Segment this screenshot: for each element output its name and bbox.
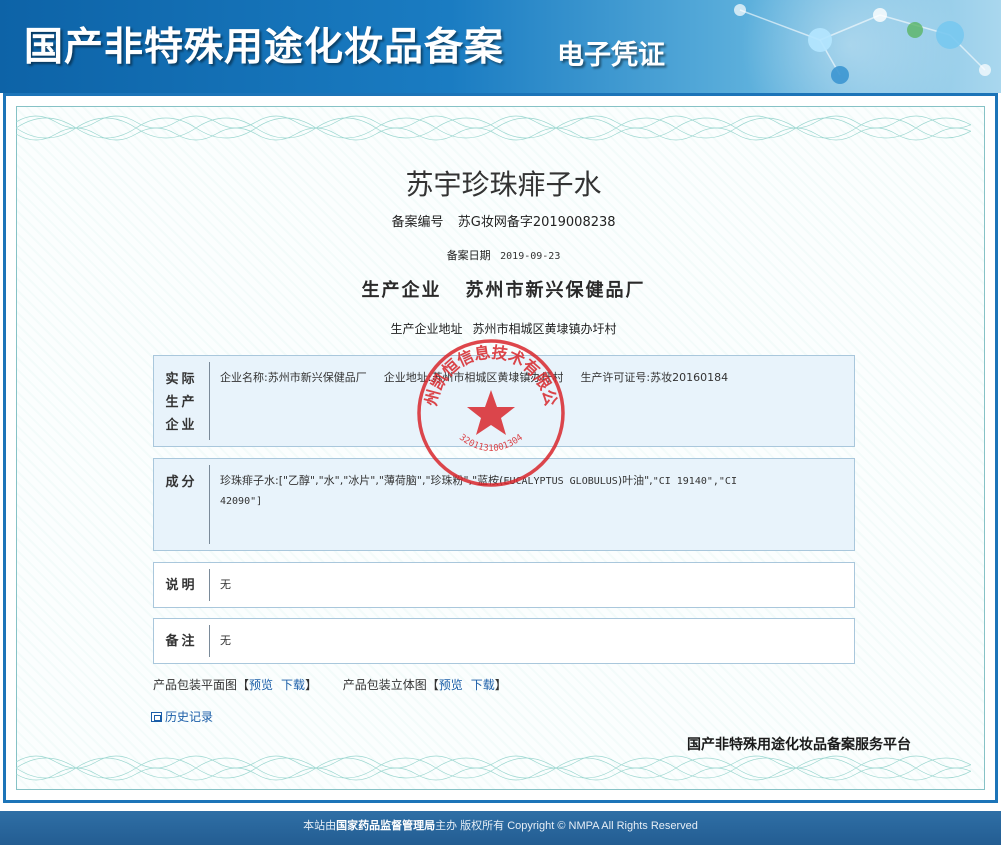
enterprise-label: 生产企业 <box>361 280 442 301</box>
remarks-box: 备注 无 <box>153 618 855 664</box>
description-box: 说明 无 <box>153 562 855 608</box>
official-seal: 苏州凯恒信息技术有限公司 3201131001304 <box>416 338 565 487</box>
license-label: 生产许可证号: <box>580 371 651 384</box>
label-line-3: 企业 <box>165 418 198 433</box>
remarks-label: 备注 <box>165 634 198 649</box>
stereo-image-label: 产品包装立体图 <box>342 678 427 692</box>
bracket: 】 <box>305 678 318 692</box>
company-name-label: 企业名称: <box>220 371 268 384</box>
banner-title: 国产非特殊用途化妆品备案 <box>24 24 505 70</box>
molecule-graphic <box>734 4 991 84</box>
divider <box>209 625 210 657</box>
flat-image-label: 产品包装平面图 <box>153 678 238 692</box>
header-banner: 国产非特殊用途化妆品备案 电子凭证 <box>0 0 1001 93</box>
date-label: 备案日期 <box>446 249 491 262</box>
banner-subtitle: 电子凭证 <box>557 40 665 71</box>
seal-star-icon <box>467 390 515 435</box>
flat-download-link[interactable]: 下载 <box>281 678 305 692</box>
registration-date: 2019-09-23 <box>500 251 561 262</box>
ingredients-text-mid: )叶油", <box>617 474 653 487</box>
footer-org: 国家药品监督管理局 <box>336 820 436 832</box>
footer-copyright: 主办 版权所有 Copyright © NMPA All Rights Rese… <box>435 820 698 832</box>
history-label: 历史记录 <box>165 710 214 724</box>
certificate-frame: 苏宇珍珠痱子水 备案编号 苏G妆网备字2019008238 备案日期 2019-… <box>3 93 998 803</box>
flat-preview-link[interactable]: 预览 <box>249 678 273 692</box>
registration-label: 备案编号 <box>391 215 444 230</box>
remarks-value: 无 <box>220 634 231 647</box>
history-link[interactable]: 历史记录 <box>151 708 213 725</box>
actual-enterprise-label: 实际 生产 企业 <box>154 368 209 437</box>
label-line-2: 生产 <box>165 395 198 410</box>
company-name-value: 苏州市新兴保健品厂 <box>267 371 367 384</box>
date-line: 备案日期 2019-09-23 <box>6 247 1001 263</box>
ingredients-ci2: 42090"] <box>220 496 263 507</box>
package-links: 产品包装平面图【预览 下载】 产品包装立体图【预览 下载】 <box>153 676 507 693</box>
divider <box>209 362 210 440</box>
footer: 本站由国家药品监督管理局主办 版权所有 Copyright © NMPA All… <box>0 811 1001 845</box>
address-value: 苏州市相城区黄埭镇办圩村 <box>472 322 617 336</box>
guilloche-top <box>16 115 971 141</box>
description-value: 无 <box>220 578 231 591</box>
platform-name: 国产非特殊用途化妆品备案服务平台 <box>687 737 911 753</box>
license-value: 苏妆20160184 <box>650 371 729 384</box>
ingredients-ci1: "CI 19140","CI <box>652 476 737 487</box>
history-icon <box>151 712 162 722</box>
divider <box>209 465 210 544</box>
enterprise-name: 苏州市新兴保健品厂 <box>465 280 646 301</box>
ingredients-label: 成分 <box>165 475 198 490</box>
svg-text:3201131001304: 3201131001304 <box>457 433 525 454</box>
address-label: 生产企业地址 <box>390 322 463 336</box>
stereo-download-link[interactable]: 下载 <box>471 678 495 692</box>
footer-prefix: 本站由 <box>303 820 337 832</box>
label-line-1: 实际 <box>165 372 198 387</box>
bracket: 】 <box>494 678 507 692</box>
enterprise-line: 生产企业 苏州市新兴保健品厂 <box>6 276 1001 302</box>
seal-number: 3201131001304 <box>457 433 525 454</box>
description-label: 说明 <box>165 578 198 593</box>
registration-number: 苏G妆网备字2019008238 <box>457 215 616 230</box>
registration-line: 备案编号 苏G妆网备字2019008238 <box>6 211 1001 230</box>
bracket: 【 <box>237 678 250 692</box>
stereo-preview-link[interactable]: 预览 <box>439 678 463 692</box>
address-line: 生产企业地址 苏州市相城区黄埭镇办圩村 <box>6 320 1001 337</box>
divider <box>209 569 210 601</box>
bracket: 【 <box>426 678 439 692</box>
product-name: 苏宇珍珠痱子水 <box>405 168 602 201</box>
